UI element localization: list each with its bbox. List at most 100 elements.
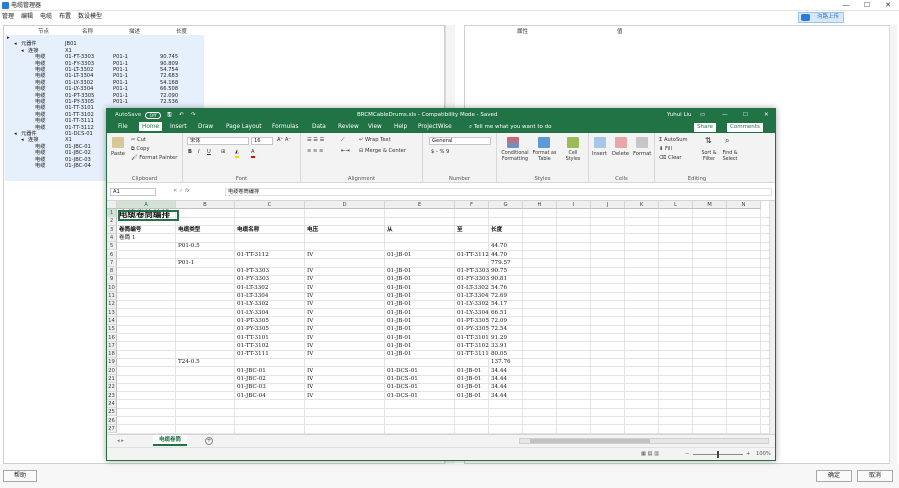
tab-data[interactable]: Data [309,122,329,133]
cell-c12[interactable]: 01-LY-3302 [237,300,269,308]
underline-button[interactable]: U [207,149,211,156]
paste-icon[interactable] [112,137,124,148]
cell-c14[interactable]: 01-PT-3305 [237,317,269,325]
cell-f21[interactable]: 01-JB-01 [457,375,481,383]
menu-manage[interactable]: 管理 [2,12,14,21]
row-header[interactable]: 23 [107,391,117,400]
cell-d22[interactable]: IV [307,383,313,391]
cell-g5[interactable]: 44.70 [491,242,507,250]
tab-file[interactable]: File [115,122,131,133]
cell-c13[interactable]: 01-LY-3304 [237,309,269,317]
cell-g10[interactable]: 54.76 [491,284,507,292]
menu-layout[interactable]: 布置 [59,12,71,21]
cell-g19[interactable]: 137.76 [491,358,511,366]
cell-c8[interactable]: 01-FT-3303 [237,267,269,275]
zoom-in-icon[interactable]: + [746,451,750,458]
row-header[interactable]: 20 [107,366,117,375]
cell-f3[interactable]: 至 [457,226,463,234]
cell-f22[interactable]: 01-JB-01 [457,383,481,391]
cell-d15[interactable]: IV [307,325,313,333]
cell-f6[interactable]: 01-TT-3112 [457,251,489,259]
cell-d21[interactable]: IV [307,375,313,383]
cell-d6[interactable]: IV [307,251,313,259]
insert-button[interactable]: Insert [592,151,607,158]
row-header[interactable]: 4 [107,233,117,243]
cell-g12[interactable]: 54.17 [491,300,507,308]
orientation-icon[interactable]: ⟋ [341,137,345,144]
format-painter-button[interactable]: 🖌 Format Painter [131,155,177,162]
cell-g16[interactable]: 91.29 [491,334,507,342]
font-name-select[interactable]: 宋体 [187,137,249,145]
row-header[interactable]: 5 [107,242,117,251]
cell-d13[interactable]: IV [307,309,313,317]
cell-a1[interactable]: 电缆卷筒编排 [119,210,170,220]
cell-b19[interactable]: T24-0.5 [178,358,200,366]
column-header[interactable]: L [659,201,693,209]
cell-e10[interactable]: 01-JB-01 [387,284,411,292]
spreadsheet-grid[interactable]: A B C D E F G H I J K L M N 1 电缆卷筒编排 2 3 卷筒编号 电缆类型 电缆名称 电压从至长… [107,201,769,434]
conditional-formatting-icon[interactable] [507,137,519,148]
save-icon[interactable]: 🖫 [167,109,172,122]
menu-cable[interactable]: 电缆 [40,12,52,21]
cell-d14[interactable]: IV [307,317,313,325]
format-cells-icon[interactable] [636,137,648,148]
format-as-table-icon[interactable] [538,137,550,148]
tab-view[interactable]: View [365,122,385,133]
close-button[interactable]: ✕ [878,0,898,10]
sheet-tab[interactable]: 电缆卷筒 [153,435,188,446]
format-button[interactable]: Format [633,151,651,158]
cell-g7[interactable]: 779.57 [491,259,511,267]
add-sheet-icon[interactable]: + [205,437,213,445]
ok-button[interactable]: 确定 [816,470,852,482]
row-header[interactable]: 14 [107,316,117,326]
cell-g21[interactable]: 34.44 [491,375,507,383]
cell-b3[interactable]: 电缆类型 [178,226,200,234]
cell-g11[interactable]: 72.69 [491,292,507,300]
cell-g9[interactable]: 90.81 [491,275,507,283]
cell-c23[interactable]: 01-JBC-04 [237,392,266,400]
cell-c22[interactable]: 01-JBC-03 [237,383,266,391]
cell-e20[interactable]: 01-DCS-01 [387,367,418,375]
cell-f16[interactable]: 01-TT-3101 [457,334,489,342]
italic-button[interactable]: I [198,149,200,156]
cell-g8[interactable]: 90.75 [491,267,507,275]
cell-b7[interactable]: P01-1 [178,259,194,267]
cell-f17[interactable]: 01-TT-3102 [457,342,489,350]
cell-g18[interactable]: 80.05 [491,350,507,358]
cell-g14[interactable]: 72.09 [491,317,507,325]
cell-c20[interactable]: 01-JBC-01 [237,367,266,375]
cell-c16[interactable]: 01-TT-3101 [237,334,269,342]
column-header[interactable]: A [117,201,176,209]
cell-styles-button[interactable]: Cell Styles [563,151,583,163]
cell-g23[interactable]: 34.44 [491,392,507,400]
font-color-icon[interactable]: A [251,149,255,158]
cell-c3[interactable]: 电缆名称 [237,226,259,234]
currency-icon[interactable]: $ - % 9 [431,149,449,156]
tab-home[interactable]: Home [139,122,163,133]
view-normal-icon[interactable]: ▦ ▤ ▥ [641,451,659,458]
top-align-icon[interactable]: ☰ ☰ ☰ [307,137,324,144]
tab-formulas[interactable]: Formulas [269,122,301,133]
cell-f12[interactable]: 01-LY-3302 [457,300,489,308]
clear-button[interactable]: ⌫ Clear [659,155,682,162]
formula-icons[interactable]: ✕ ✓ fx [173,188,190,195]
cell-e8[interactable]: 01-JB-01 [387,267,411,275]
cell-e17[interactable]: 01-JB-01 [387,342,411,350]
cell-c11[interactable]: 01-LT-3304 [237,292,268,300]
cell-styles-icon[interactable] [567,137,579,148]
column-header[interactable]: M [693,201,727,209]
cell-e13[interactable]: 01-JB-01 [387,309,411,317]
cell-b5[interactable]: P01-0.5 [178,242,200,250]
cell-d11[interactable]: IV [307,292,313,300]
delete-button[interactable]: Delete [612,151,629,158]
column-header[interactable]: E [385,201,455,209]
autosave-toggle[interactable]: Off [145,112,161,119]
cell-d10[interactable]: IV [307,284,313,292]
bold-button[interactable]: B [188,149,192,156]
cell-d20[interactable]: IV [307,367,313,375]
delete-cells-icon[interactable] [615,137,627,148]
row-header[interactable]: 21 [107,375,117,384]
cell-a3[interactable]: 卷筒编号 [119,226,141,234]
find-select-button[interactable]: Find & Select [721,151,739,163]
zoom-slider[interactable] [693,451,743,458]
